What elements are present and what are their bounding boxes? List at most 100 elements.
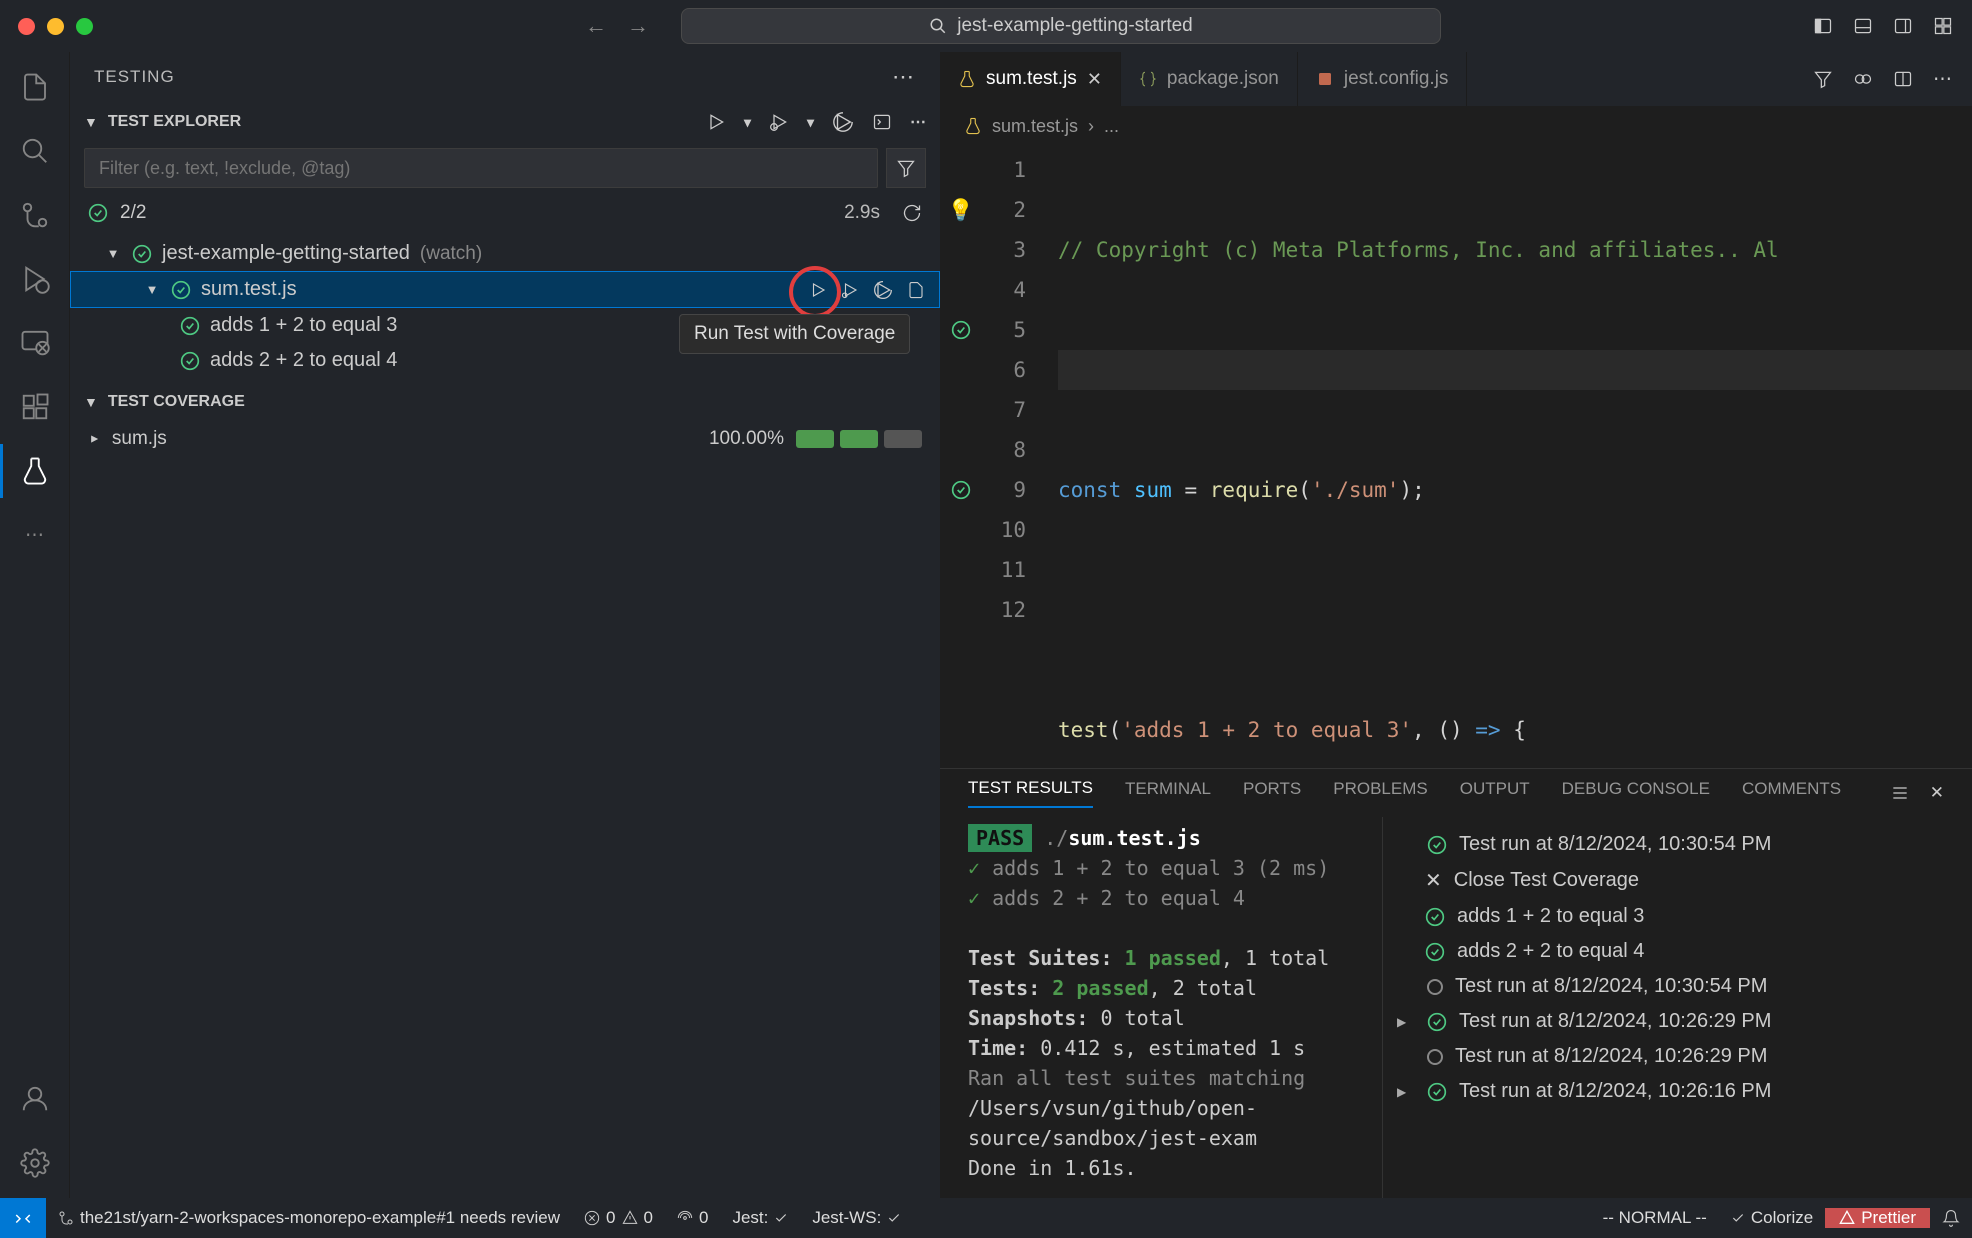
tree-root-item[interactable]: ▼ jest-example-getting-started (watch) (70, 236, 940, 271)
run-item[interactable]: Test run at 8/12/2024, 10:30:54 PM (1393, 969, 1962, 1004)
run-item[interactable]: Test run at 8/12/2024, 10:26:29 PM (1393, 1039, 1962, 1074)
test-explorer-header[interactable]: ▼ TEST EXPLORER ▾ ▾ ⋯ (70, 102, 940, 142)
panel-tab-ports[interactable]: PORTS (1243, 779, 1301, 807)
filter-row (70, 142, 940, 194)
debug-all-button[interactable] (769, 112, 789, 132)
nav-back-button[interactable]: ← (585, 13, 607, 39)
ports-status[interactable]: 0 (665, 1208, 720, 1228)
colorize-status[interactable]: Colorize (1719, 1208, 1825, 1228)
run-coverage-button[interactable] (873, 280, 893, 300)
vim-mode-status[interactable]: -- NORMAL -- (1591, 1208, 1719, 1228)
panel-tab-debug-console[interactable]: DEBUG CONSOLE (1562, 779, 1710, 807)
debug-test-button[interactable] (841, 281, 859, 299)
editor-tab-bar: sum.test.js ✕ package.json jest.config.j… (940, 52, 1972, 106)
toggle-panel-button[interactable] (1852, 15, 1874, 37)
coverage-bar (840, 430, 878, 448)
testing-icon[interactable] (18, 454, 52, 488)
window-zoom-button[interactable] (76, 18, 93, 35)
tree-test-item[interactable]: adds 2 + 2 to equal 4 (70, 343, 940, 378)
chevron-down-icon: ▼ (84, 114, 98, 130)
run-test-item[interactable]: adds 1 + 2 to equal 3 (1393, 899, 1962, 934)
status-bar: the21st/yarn-2-workspaces-monorepo-examp… (0, 1198, 1972, 1238)
window-close-button[interactable] (18, 18, 35, 35)
panel-tab-output[interactable]: OUTPUT (1460, 779, 1530, 807)
go-to-test-button[interactable] (907, 281, 925, 299)
editor-tab[interactable]: jest.config.js (1298, 52, 1468, 106)
prettier-status[interactable]: Prettier (1825, 1208, 1930, 1228)
search-activity-icon[interactable] (18, 134, 52, 168)
lightbulb-icon[interactable]: 💡 (948, 190, 974, 230)
remote-explorer-icon[interactable] (18, 326, 52, 360)
pass-icon[interactable] (951, 320, 971, 340)
run-all-button[interactable] (706, 112, 726, 132)
accounts-icon[interactable] (18, 1082, 52, 1116)
toggle-primary-sidebar-button[interactable] (1812, 15, 1834, 37)
code-editor[interactable]: 💡 123456789101112 // Copyright (c) Meta … (940, 146, 1972, 768)
run-test-button[interactable] (809, 281, 827, 299)
editor-more-button[interactable]: ⋯ (1933, 68, 1952, 91)
panel-tab-comments[interactable]: COMMENTS (1742, 779, 1841, 807)
filter-input[interactable] (84, 148, 878, 188)
remote-button[interactable] (0, 1198, 46, 1238)
pass-icon (132, 244, 152, 264)
jest-status[interactable]: Jest: (720, 1208, 800, 1228)
tab-close-button[interactable]: ✕ (1087, 69, 1102, 90)
more-icon[interactable]: ⋯ (18, 518, 52, 552)
testing-sidebar: TESTING ⋯ ▼ TEST EXPLORER ▾ ▾ ⋯ (70, 52, 940, 1198)
close-coverage-button[interactable]: ✕ Close Test Coverage (1393, 862, 1962, 899)
nav-forward-button[interactable]: → (627, 13, 649, 39)
debug-dropdown-icon[interactable]: ▾ (807, 114, 814, 131)
editor-tab[interactable]: package.json (1121, 52, 1298, 106)
sidebar-more-button[interactable]: ⋯ (892, 64, 916, 90)
tree-file-item[interactable]: ▼ sum.test.js Run Test with Coverage (70, 271, 940, 308)
run-item[interactable]: Test run at 8/12/2024, 10:30:54 PM (1393, 827, 1962, 862)
beaker-icon (964, 117, 982, 135)
ring-icon (1427, 1049, 1443, 1065)
run-dropdown-icon[interactable]: ▾ (744, 114, 751, 131)
window-minimize-button[interactable] (47, 18, 64, 35)
filter-icon[interactable] (1813, 69, 1833, 89)
panel-list-button[interactable] (1890, 783, 1910, 803)
link-icon[interactable] (1853, 69, 1873, 89)
coverage-all-button[interactable] (832, 111, 854, 133)
filter-options-button[interactable] (886, 148, 926, 188)
refresh-button[interactable] (902, 203, 922, 223)
command-center-search[interactable]: jest-example-getting-started (681, 8, 1441, 44)
section-more-button[interactable]: ⋯ (910, 112, 926, 132)
coverage-header[interactable]: ▼ TEST COVERAGE (70, 382, 940, 422)
tree-test-label: adds 2 + 2 to equal 4 (210, 349, 397, 372)
run-item[interactable]: ▶ Test run at 8/12/2024, 10:26:16 PM (1393, 1074, 1962, 1109)
panel-tab-test-results[interactable]: TEST RESULTS (968, 778, 1093, 808)
branch-status[interactable]: the21st/yarn-2-workspaces-monorepo-examp… (46, 1208, 572, 1228)
run-test-item[interactable]: adds 2 + 2 to equal 4 (1393, 934, 1962, 969)
extensions-icon[interactable] (18, 390, 52, 424)
run-debug-icon[interactable] (18, 262, 52, 296)
tab-label: jest.config.js (1344, 68, 1449, 90)
panel-tab-terminal[interactable]: TERMINAL (1125, 779, 1211, 807)
code-line: // Copyright (c) Meta Platforms, Inc. an… (1058, 238, 1779, 262)
jest-ws-status[interactable]: Jest-WS: (800, 1208, 913, 1228)
panel-close-button[interactable]: ✕ (1930, 783, 1944, 803)
pass-icon[interactable] (951, 480, 971, 500)
settings-gear-icon[interactable] (18, 1146, 52, 1180)
test-output[interactable]: PASS ./sum.test.js ✓ adds 1 + 2 to equal… (940, 817, 1382, 1198)
coverage-file-row[interactable]: ▼ sum.js 100.00% (70, 422, 940, 456)
errors-status[interactable]: 0 0 (572, 1208, 665, 1228)
js-icon (1316, 70, 1334, 88)
source-control-icon[interactable] (18, 198, 52, 232)
ring-icon (1427, 979, 1443, 995)
panel-tab-problems[interactable]: PROBLEMS (1333, 779, 1427, 807)
line-numbers: 123456789101112 (982, 146, 1034, 768)
split-editor-button[interactable] (1893, 69, 1913, 89)
panel-tab-bar: TEST RESULTS TERMINAL PORTS PROBLEMS OUT… (940, 769, 1972, 817)
toggle-secondary-sidebar-button[interactable] (1892, 15, 1914, 37)
tree-test-item[interactable]: adds 1 + 2 to equal 3 (70, 308, 940, 343)
run-item[interactable]: ▶ Test run at 8/12/2024, 10:26:29 PM (1393, 1004, 1962, 1039)
explorer-icon[interactable] (18, 70, 52, 104)
editor-tab-active[interactable]: sum.test.js ✕ (940, 52, 1121, 106)
breadcrumb-bar[interactable]: sum.test.js › ... (940, 106, 1972, 146)
customize-layout-button[interactable] (1932, 15, 1954, 37)
notifications-button[interactable] (1930, 1208, 1972, 1228)
show-output-button[interactable] (872, 112, 892, 132)
window-controls (18, 18, 93, 35)
